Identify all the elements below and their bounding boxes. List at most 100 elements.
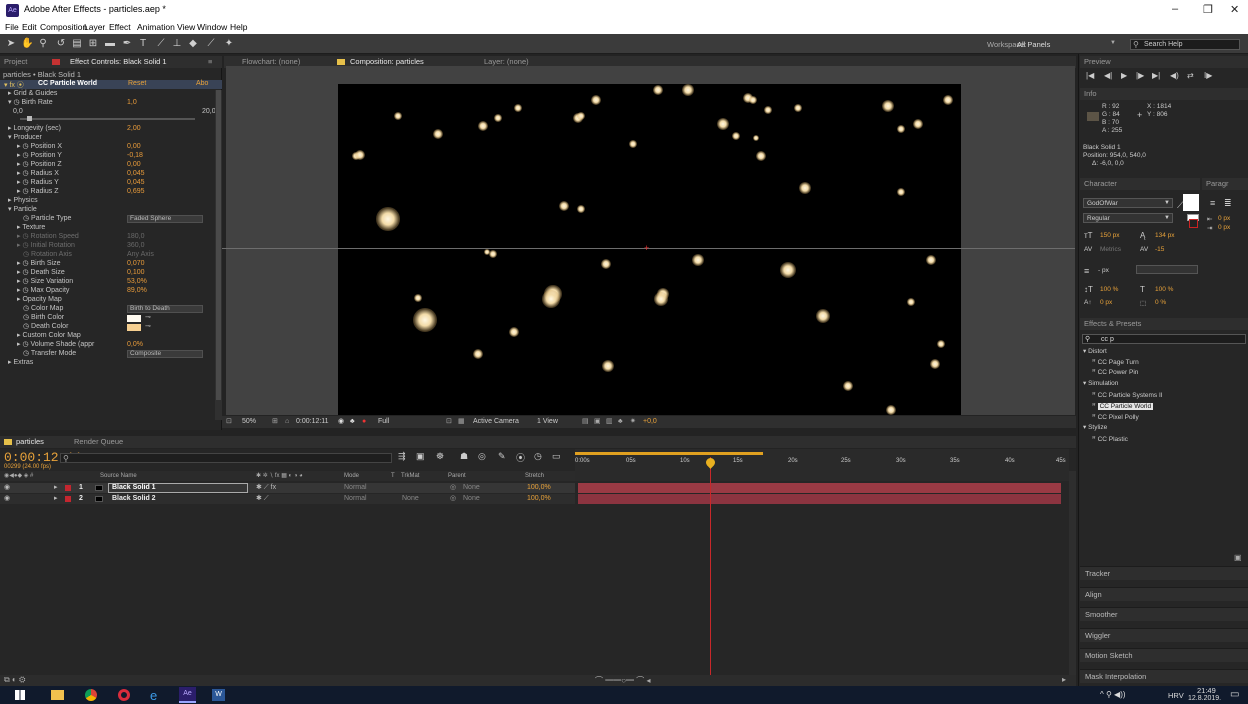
layer-parent[interactable]: None (463, 494, 480, 504)
clone-stamp-tool-icon[interactable]: ⊥ (171, 38, 183, 50)
first-frame-icon[interactable]: |◀ (1086, 71, 1094, 80)
tsume-value[interactable]: 0 % (1155, 299, 1166, 306)
parent-pickwhip-icon[interactable]: ◎ (450, 483, 456, 493)
tree-item[interactable]: ꟸ CC Page Turn (1092, 358, 1139, 366)
layer-switches-icon[interactable]: ✱ ⟋ (256, 494, 269, 504)
workspace-dropdown[interactable]: All Panels (1017, 40, 1050, 49)
opera-icon[interactable] (118, 689, 130, 701)
align-panel[interactable]: Align (1080, 587, 1248, 601)
puppet-tool-icon[interactable]: ✦ (223, 38, 235, 50)
layer-trkmat[interactable]: None (402, 494, 419, 504)
loop-icon[interactable]: ⇄ (1187, 71, 1194, 80)
layer-row[interactable]: ◉ ▸ 2 Black Solid 2 ✱ ⟋ Normal None ◎ No… (0, 494, 575, 504)
channel-icon[interactable]: ● (362, 416, 366, 428)
space-before-value[interactable]: 0 px (1218, 224, 1230, 231)
visibility-eye-icon[interactable]: ◉ (4, 494, 10, 504)
roto-brush-tool-icon[interactable]: ⟋ (205, 38, 217, 50)
tab-character[interactable]: Character (1084, 179, 1117, 188)
baseline-shift-value[interactable]: 0 px (1100, 299, 1112, 306)
search-help-field[interactable]: ⚲ Search Help (1130, 39, 1240, 50)
tab-wiggler[interactable]: Wiggler (1085, 631, 1110, 640)
new-bin-icon[interactable]: ▣ (1234, 553, 1242, 562)
audio-icon[interactable]: ◀) (1170, 71, 1179, 80)
zoom-slider-icon[interactable]: ⌒ ━━○━ ⌒ ◂ (595, 675, 651, 686)
show-snapshot-icon[interactable]: ♣ (350, 416, 355, 428)
slider-thumb[interactable] (27, 116, 32, 121)
font-family-dropdown[interactable]: GodOfWar ▼ (1083, 198, 1173, 208)
clock-time[interactable]: 21:49 (1197, 686, 1216, 695)
tray-icons[interactable]: ^ ⚲ ◀)) (1100, 690, 1126, 699)
eyedropper-icon[interactable]: ⊸ (145, 323, 151, 332)
brainstorm-icon[interactable]: ⦿ (516, 451, 525, 464)
column-t[interactable]: T (391, 471, 395, 481)
menu-animation[interactable]: Animation (137, 22, 175, 32)
birth-color-swatch[interactable] (127, 315, 141, 322)
tab-preview[interactable]: Preview (1084, 57, 1111, 66)
death-color-swatch[interactable] (127, 324, 141, 331)
resolution-dropdown[interactable]: Full (378, 416, 389, 428)
tree-group[interactable]: ▾ Simulation (1083, 379, 1118, 387)
menu-layer[interactable]: Layer (84, 22, 105, 32)
align-left-icon[interactable]: ≡ (1210, 198, 1215, 208)
tracker-panel[interactable]: Tracker (1080, 566, 1248, 580)
tab-info[interactable]: Info (1084, 89, 1097, 98)
start-windows-icon[interactable] (15, 690, 25, 700)
tab-project[interactable]: Project (4, 57, 27, 66)
menu-edit[interactable]: Edit (22, 22, 37, 32)
work-area-bar[interactable] (575, 452, 763, 455)
snapshot-icon[interactable]: ◉ (338, 416, 344, 428)
mask-tool-icon[interactable]: ▬ (104, 38, 116, 50)
indent-left-value[interactable]: 0 px (1218, 215, 1230, 222)
tab-smoother[interactable]: Smoother (1085, 610, 1118, 619)
menu-effect[interactable]: Effect (109, 22, 131, 32)
column-source-name[interactable]: Source Name (100, 471, 137, 481)
tree-item[interactable]: ꟸ CC Pixel Polly (1092, 413, 1139, 421)
play-icon[interactable]: ▶ (1121, 71, 1127, 80)
menu-file[interactable]: File (5, 22, 19, 32)
tab-effect-controls[interactable]: Effect Controls: Black Solid 1 (70, 56, 167, 68)
last-frame-icon[interactable]: ▶| (1152, 71, 1160, 80)
layer-duration-bar[interactable] (578, 483, 1061, 493)
tab-render-queue[interactable]: Render Queue (74, 436, 123, 448)
comp-mini-flowchart-icon[interactable]: ⇶ (398, 451, 406, 462)
smoother-panel[interactable]: Smoother (1080, 607, 1248, 621)
exposure-value[interactable]: +0,0 (643, 416, 657, 428)
transparency-grid-icon[interactable]: ▦ (458, 416, 465, 428)
file-explorer-icon[interactable] (51, 690, 64, 700)
word-icon[interactable]: W (212, 689, 225, 701)
effect-header-row[interactable]: ▾ fx ⦿ CC Particle World Reset Abo (0, 80, 222, 89)
label-color-icon[interactable] (65, 496, 71, 502)
notifications-icon[interactable]: ▭ (1230, 689, 1239, 700)
fast-previews-icon[interactable]: ▣ (594, 416, 601, 428)
layer-switches-icon[interactable]: ✱ ⟋ fx (256, 483, 276, 493)
layer-stretch[interactable]: 100,0% (527, 483, 551, 493)
column-trkmat[interactable]: TrkMat (401, 471, 419, 481)
after-effects-task-icon[interactable]: Ae (179, 687, 196, 703)
layer-parent[interactable]: None (463, 483, 480, 493)
camera-dropdown[interactable]: Active Camera (473, 416, 519, 428)
timeline-search-field[interactable]: ⚲ (60, 453, 392, 463)
view-layout-dropdown[interactable]: 1 View (537, 416, 558, 428)
motion-blur-icon[interactable]: ◎ (478, 451, 486, 462)
next-frame-icon[interactable]: |▶ (1136, 71, 1144, 80)
fill-color-swatch[interactable] (1183, 194, 1199, 211)
zoom-tool-icon[interactable]: ⚲ (37, 38, 49, 50)
effect-controls-scrollbar[interactable] (215, 90, 222, 420)
pan-behind-tool-icon[interactable]: ⊞ (87, 38, 99, 50)
tracking-value[interactable]: -15 (1155, 246, 1164, 253)
tree-group[interactable]: ▾ Distort (1083, 347, 1107, 355)
draft-3d-icon[interactable]: ▣ (416, 451, 425, 462)
eyedropper-icon[interactable]: ⊸ (145, 314, 151, 323)
stroke-style-dropdown[interactable] (1136, 265, 1198, 274)
transfer-mode-dropdown[interactable]: Composite (127, 350, 203, 358)
toggle-switches-icon[interactable]: ⧉ ◐ ⚙ (4, 675, 25, 685)
ram-preview-icon[interactable]: I▶ (1204, 71, 1212, 80)
wiggler-panel[interactable]: Wiggler (1080, 628, 1248, 642)
edge-icon[interactable]: e (150, 688, 157, 703)
toggle-pixel-icon[interactable]: ▤ (582, 416, 589, 428)
prev-frame-icon[interactable]: ◀| (1104, 71, 1112, 80)
menu-help[interactable]: Help (230, 22, 247, 32)
font-style-dropdown[interactable]: Regular ▼ (1083, 213, 1173, 223)
input-language[interactable]: HRV (1168, 691, 1184, 700)
about-link[interactable]: Abo (196, 80, 208, 87)
